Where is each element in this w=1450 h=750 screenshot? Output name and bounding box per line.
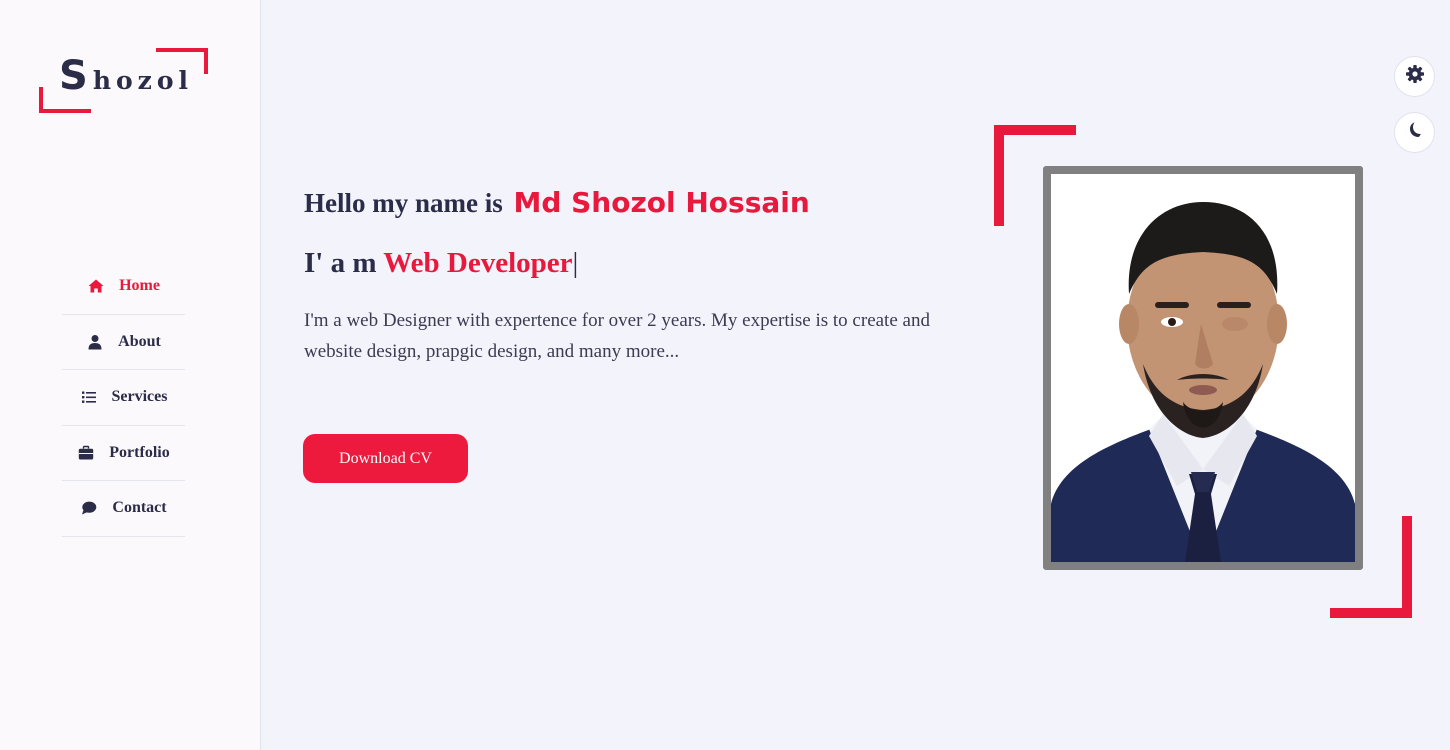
- sidebar-nav: Home About Services Portfolio Contact: [62, 259, 185, 537]
- profile-photo: [1043, 166, 1363, 570]
- sidebar-item-portfolio[interactable]: Portfolio: [62, 426, 185, 481]
- sidebar-item-label: Services: [111, 388, 168, 406]
- hero-greeting: Hello my name is Md Shozol Hossain: [304, 186, 810, 219]
- hero-name: Md Shozol Hossain: [513, 186, 810, 219]
- greeting-text: Hello my name is: [304, 188, 503, 218]
- logo-text: Shozol: [59, 53, 193, 99]
- logo[interactable]: Shozol: [38, 47, 210, 113]
- role-prefix: I' a m: [304, 247, 377, 279]
- logo-initial: S: [59, 53, 93, 99]
- download-cv-button[interactable]: Download CV: [303, 434, 468, 483]
- sidebar-item-home[interactable]: Home: [62, 259, 185, 315]
- sidebar-item-services[interactable]: Services: [62, 370, 185, 426]
- sidebar-item-label: Portfolio: [109, 443, 170, 461]
- sidebar-item-label: Contact: [112, 499, 167, 517]
- moon-icon: [1405, 120, 1425, 145]
- briefcase-icon: [77, 444, 95, 462]
- sidebar-item-label: About: [118, 332, 161, 350]
- chat-icon: [80, 499, 98, 517]
- sidebar-item-contact[interactable]: Contact: [62, 481, 185, 537]
- sidebar: Shozol Home About Services Portfolio Con…: [0, 0, 261, 750]
- hero-role: I' a m Web Developer|: [304, 247, 578, 280]
- gear-icon: [1405, 64, 1425, 89]
- typing-cursor: |: [572, 247, 579, 279]
- logo-rest: hozol: [92, 66, 194, 95]
- sidebar-item-about[interactable]: About: [62, 315, 185, 370]
- role-title: Web Developer: [383, 247, 573, 279]
- user-icon: [86, 333, 104, 351]
- theme-toggle-button[interactable]: [1394, 112, 1435, 153]
- hero-description: I'm a web Designer with expertence for o…: [304, 310, 930, 362]
- settings-button[interactable]: [1394, 56, 1435, 97]
- home-icon: [87, 277, 105, 295]
- list-icon: [80, 388, 98, 406]
- sidebar-item-label: Home: [119, 277, 160, 295]
